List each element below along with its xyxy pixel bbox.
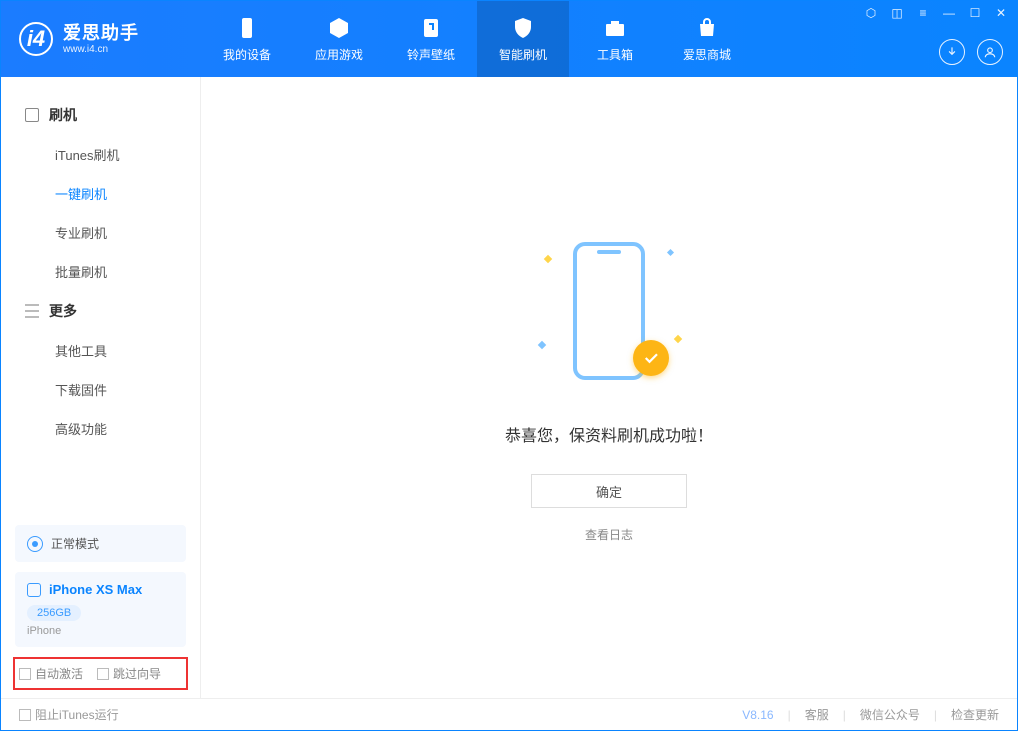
hamburger-icon [25,304,39,318]
footer-link-support[interactable]: 客服 [805,706,829,723]
device-icon [25,108,39,122]
phone-icon [235,16,259,40]
sparkle-icon [667,249,674,256]
device-box[interactable]: iPhone XS Max 256GB iPhone [15,572,186,647]
main-tabs: 我的设备 应用游戏 铃声壁纸 智能刷机 工具箱 爱思商城 [201,1,753,77]
footer-link-wechat[interactable]: 微信公众号 [860,706,920,723]
sparkle-icon [544,255,552,263]
device-type: iPhone [27,625,174,637]
cube-icon [327,16,351,40]
header-right-buttons [939,39,1003,65]
highlighted-options-box: 自动激活 跳过向导 [13,657,188,690]
window-controls: ⬡ ◫ ≡ — ☐ ✕ [863,5,1009,21]
success-illustration [559,232,659,392]
sidebar-item-other-tools[interactable]: 其他工具 [1,331,200,370]
tab-store[interactable]: 爱思商城 [661,1,753,77]
music-note-icon [419,16,443,40]
mode-box[interactable]: 正常模式 [15,525,186,562]
phone-small-icon [27,583,41,597]
close-button[interactable]: ✕ [993,5,1009,21]
sidebar-item-itunes-flash[interactable]: iTunes刷机 [1,135,200,174]
body: 刷机 iTunes刷机 一键刷机 专业刷机 批量刷机 更多 其他工具 下载固件 … [1,77,1017,698]
sidebar-item-advanced[interactable]: 高级功能 [1,409,200,448]
capacity-badge: 256GB [27,605,81,621]
main-content: 恭喜您，保资料刷机成功啦！ 确定 查看日志 [201,77,1017,698]
tab-smart-flash[interactable]: 智能刷机 [477,1,569,77]
logo-section: i4 爱思助手 www.i4.cn [1,1,201,77]
toolbox-icon [603,16,627,40]
app-subtitle: www.i4.cn [63,44,139,56]
sparkle-icon [538,341,546,349]
sidebar-item-batch-flash[interactable]: 批量刷机 [1,252,200,291]
shield-refresh-icon [511,16,535,40]
view-log-link[interactable]: 查看日志 [585,526,633,543]
title-bar: i4 爱思助手 www.i4.cn 我的设备 应用游戏 铃声壁纸 智能刷机 工具… [1,1,1017,77]
tab-my-device[interactable]: 我的设备 [201,1,293,77]
tab-toolbox[interactable]: 工具箱 [569,1,661,77]
app-title: 爱思助手 [63,23,139,44]
maximize-button[interactable]: ☐ [967,5,983,21]
mode-label: 正常模式 [51,535,99,552]
version-label: V8.16 [742,708,773,722]
checkbox-icon [19,668,31,680]
check-badge-icon [633,340,669,376]
lock-icon[interactable]: ◫ [889,5,905,21]
menu-icon[interactable]: ≡ [915,5,931,21]
success-message: 恭喜您，保资料刷机成功啦！ [505,422,713,446]
device-name: iPhone XS Max [49,582,142,597]
footer-link-check-update[interactable]: 检查更新 [951,706,999,723]
tab-ringtone-wallpaper[interactable]: 铃声壁纸 [385,1,477,77]
skip-guide-checkbox[interactable]: 跳过向导 [97,665,161,682]
checkbox-icon [97,668,109,680]
block-itunes-checkbox[interactable]: 阻止iTunes运行 [19,706,119,723]
minimize-button[interactable]: — [941,5,957,21]
sidebar: 刷机 iTunes刷机 一键刷机 专业刷机 批量刷机 更多 其他工具 下载固件 … [1,77,201,698]
mode-icon [27,536,43,552]
tab-apps-games[interactable]: 应用游戏 [293,1,385,77]
download-button[interactable] [939,39,965,65]
checkbox-icon [19,709,31,721]
sparkle-icon [674,335,682,343]
sidebar-group-more: 更多 [1,291,200,331]
bag-icon [695,16,719,40]
sidebar-item-one-click-flash[interactable]: 一键刷机 [1,174,200,213]
sidebar-item-pro-flash[interactable]: 专业刷机 [1,213,200,252]
sidebar-group-flash: 刷机 [1,95,200,135]
auto-activate-checkbox[interactable]: 自动激活 [19,665,83,682]
footer: 阻止iTunes运行 V8.16 | 客服 | 微信公众号 | 检查更新 [1,698,1017,730]
sidebar-item-download-firmware[interactable]: 下载固件 [1,370,200,409]
ok-button[interactable]: 确定 [531,474,687,508]
app-logo-icon: i4 [19,22,53,56]
user-button[interactable] [977,39,1003,65]
shirt-icon[interactable]: ⬡ [863,5,879,21]
